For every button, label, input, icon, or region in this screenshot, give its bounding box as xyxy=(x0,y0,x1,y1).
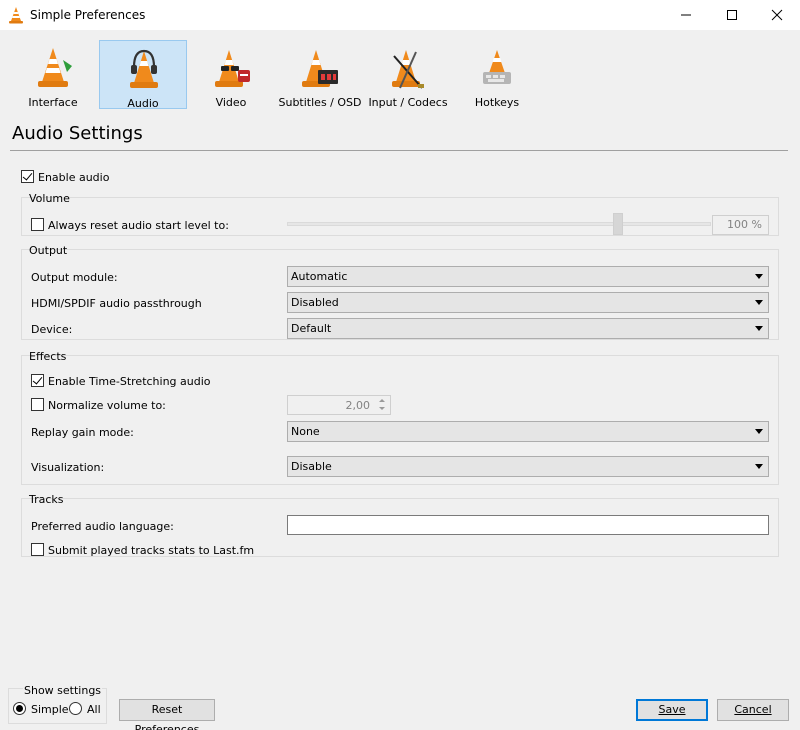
device-value: Default xyxy=(291,322,332,335)
output-module-value: Automatic xyxy=(291,270,348,283)
replay-gain-label: Replay gain mode: xyxy=(31,426,134,439)
minimize-button[interactable] xyxy=(663,0,709,30)
volume-level-field[interactable]: 100 % xyxy=(712,215,769,235)
normalize-volume-spinbox[interactable]: 2,00 xyxy=(287,395,391,415)
passthrough-value: Disabled xyxy=(291,296,339,309)
close-button[interactable] xyxy=(754,0,800,30)
category-label: Video xyxy=(215,96,247,109)
vlc-app-icon xyxy=(9,7,23,24)
save-button[interactable]: Save xyxy=(636,699,708,721)
normalize-volume-value: 2,00 xyxy=(345,399,371,412)
passthrough-select[interactable]: Disabled xyxy=(287,292,769,313)
output-module-label: Output module: xyxy=(31,271,118,284)
cables-cone-icon xyxy=(392,50,424,89)
enable-audio-label: Enable audio xyxy=(38,171,110,184)
cancel-button[interactable]: Cancel xyxy=(717,699,789,721)
category-label: Interface xyxy=(28,96,78,109)
chevron-down-icon xyxy=(755,429,763,434)
category-video[interactable]: Video xyxy=(187,40,275,109)
visualization-value: Disable xyxy=(291,460,332,473)
normalize-volume-label: Normalize volume to: xyxy=(48,399,166,412)
preferred-language-label: Preferred audio language: xyxy=(31,520,174,533)
maximize-icon xyxy=(727,10,737,20)
simple-radio[interactable] xyxy=(13,702,26,715)
chevron-down-icon xyxy=(755,274,763,279)
reset-audio-level-label: Always reset audio start level to: xyxy=(48,219,229,232)
category-label: Audio xyxy=(127,97,159,110)
maximize-button[interactable] xyxy=(709,0,755,30)
title-bar: Simple Preferences xyxy=(0,0,800,30)
simple-radio-label: Simple xyxy=(31,703,69,716)
normalize-volume-checkbox[interactable] xyxy=(31,398,44,411)
replay-gain-value: None xyxy=(291,425,320,438)
all-radio-label: All xyxy=(87,703,101,716)
volume-slider-thumb[interactable] xyxy=(613,213,623,235)
category-hotkeys[interactable]: Hotkeys xyxy=(453,40,541,109)
category-label: Subtitles / OSD xyxy=(278,96,362,109)
reset-preferences-button[interactable]: Reset Preferences xyxy=(119,699,215,730)
passthrough-label: HDMI/SPDIF audio passthrough xyxy=(31,297,202,310)
replay-gain-select[interactable]: None xyxy=(287,421,769,442)
output-module-select[interactable]: Automatic xyxy=(287,266,769,287)
heading-divider xyxy=(10,150,788,151)
category-interface[interactable]: Interface xyxy=(9,40,97,109)
page-title: Audio Settings xyxy=(12,123,143,144)
tracks-group-title: Tracks xyxy=(29,493,64,506)
chevron-down-icon xyxy=(755,464,763,469)
chevron-down-icon xyxy=(755,300,763,305)
category-input-codecs[interactable]: Input / Codecs xyxy=(364,40,452,109)
headphones-cone-icon xyxy=(130,49,158,88)
spin-up-icon[interactable] xyxy=(376,397,388,405)
category-audio[interactable]: Audio xyxy=(99,40,187,110)
subtitles-cone-icon xyxy=(302,50,338,87)
cancel-button-label: Cancel xyxy=(734,703,772,716)
volume-slider[interactable] xyxy=(287,222,711,226)
time-stretching-checkbox[interactable] xyxy=(31,374,44,387)
visualization-label: Visualization: xyxy=(31,461,105,474)
lastfm-label: Submit played tracks stats to Last.fm xyxy=(48,544,255,557)
device-label: Device: xyxy=(31,323,73,336)
time-stretching-label: Enable Time-Stretching audio xyxy=(48,375,211,388)
save-button-label: Save xyxy=(658,703,686,716)
chevron-down-icon xyxy=(755,326,763,331)
window-title: Simple Preferences xyxy=(30,8,146,22)
effects-group-title: Effects xyxy=(29,350,67,363)
reset-audio-level-checkbox[interactable] xyxy=(31,218,44,231)
volume-group-title: Volume xyxy=(29,192,70,205)
vlc-cone-icon xyxy=(38,48,72,87)
show-settings-title: Show settings xyxy=(23,684,103,697)
visualization-select[interactable]: Disable xyxy=(287,456,769,477)
minimize-icon xyxy=(681,14,691,16)
category-subtitles-osd[interactable]: Subtitles / OSD xyxy=(276,40,364,109)
lastfm-checkbox[interactable] xyxy=(31,543,44,556)
reset-preferences-label: Reset Preferences xyxy=(134,703,200,730)
glasses-cone-icon xyxy=(215,50,250,87)
device-select[interactable]: Default xyxy=(287,318,769,339)
category-label: Input / Codecs xyxy=(368,96,448,109)
output-group-title: Output xyxy=(29,244,68,257)
hotkeys-cone-icon xyxy=(483,50,511,84)
category-label: Hotkeys xyxy=(474,96,520,109)
enable-audio-checkbox[interactable] xyxy=(21,170,34,183)
spin-down-icon[interactable] xyxy=(376,405,388,413)
preferred-language-input[interactable] xyxy=(287,515,769,535)
close-icon xyxy=(771,9,783,21)
all-radio[interactable] xyxy=(69,702,82,715)
